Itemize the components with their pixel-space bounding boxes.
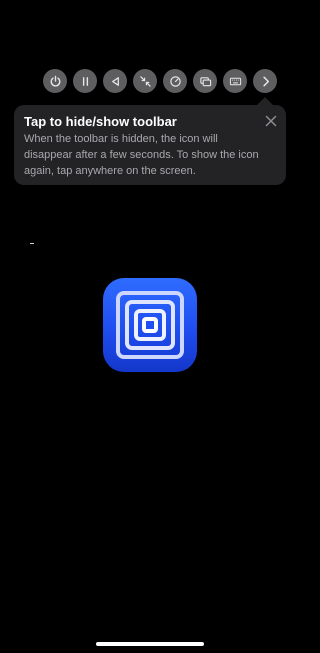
home-indicator[interactable] (96, 642, 204, 646)
close-icon (264, 114, 278, 128)
tooltip-title: Tap to hide/show toolbar (24, 114, 177, 129)
app-icon[interactable] (103, 278, 197, 372)
tooltip-body: When the toolbar is hidden, the icon wil… (24, 133, 259, 177)
quality-button[interactable] (163, 69, 187, 93)
toolbar-more-button[interactable] (253, 69, 277, 93)
shrink-arrows-icon (139, 75, 152, 88)
tooltip-close-button[interactable] (264, 114, 278, 128)
scale-button[interactable] (133, 69, 157, 93)
pause-icon (79, 75, 92, 88)
nested-squares-icon (103, 278, 197, 372)
speedometer-icon (169, 75, 182, 88)
remote-toolbar (43, 69, 277, 93)
keyboard-button[interactable] (223, 69, 247, 93)
back-button[interactable] (103, 69, 127, 93)
pause-button[interactable] (73, 69, 97, 93)
back-triangle-icon (109, 75, 122, 88)
power-button[interactable] (43, 69, 67, 93)
windows-button[interactable] (193, 69, 217, 93)
keyboard-icon (229, 75, 242, 88)
windows-icon (199, 75, 212, 88)
chevron-right-icon (259, 75, 272, 88)
toolbar-tooltip: Tap to hide/show toolbar When the toolba… (14, 105, 286, 185)
tooltip-arrow (257, 97, 273, 105)
cursor-mark (30, 243, 34, 244)
power-icon (49, 75, 62, 88)
